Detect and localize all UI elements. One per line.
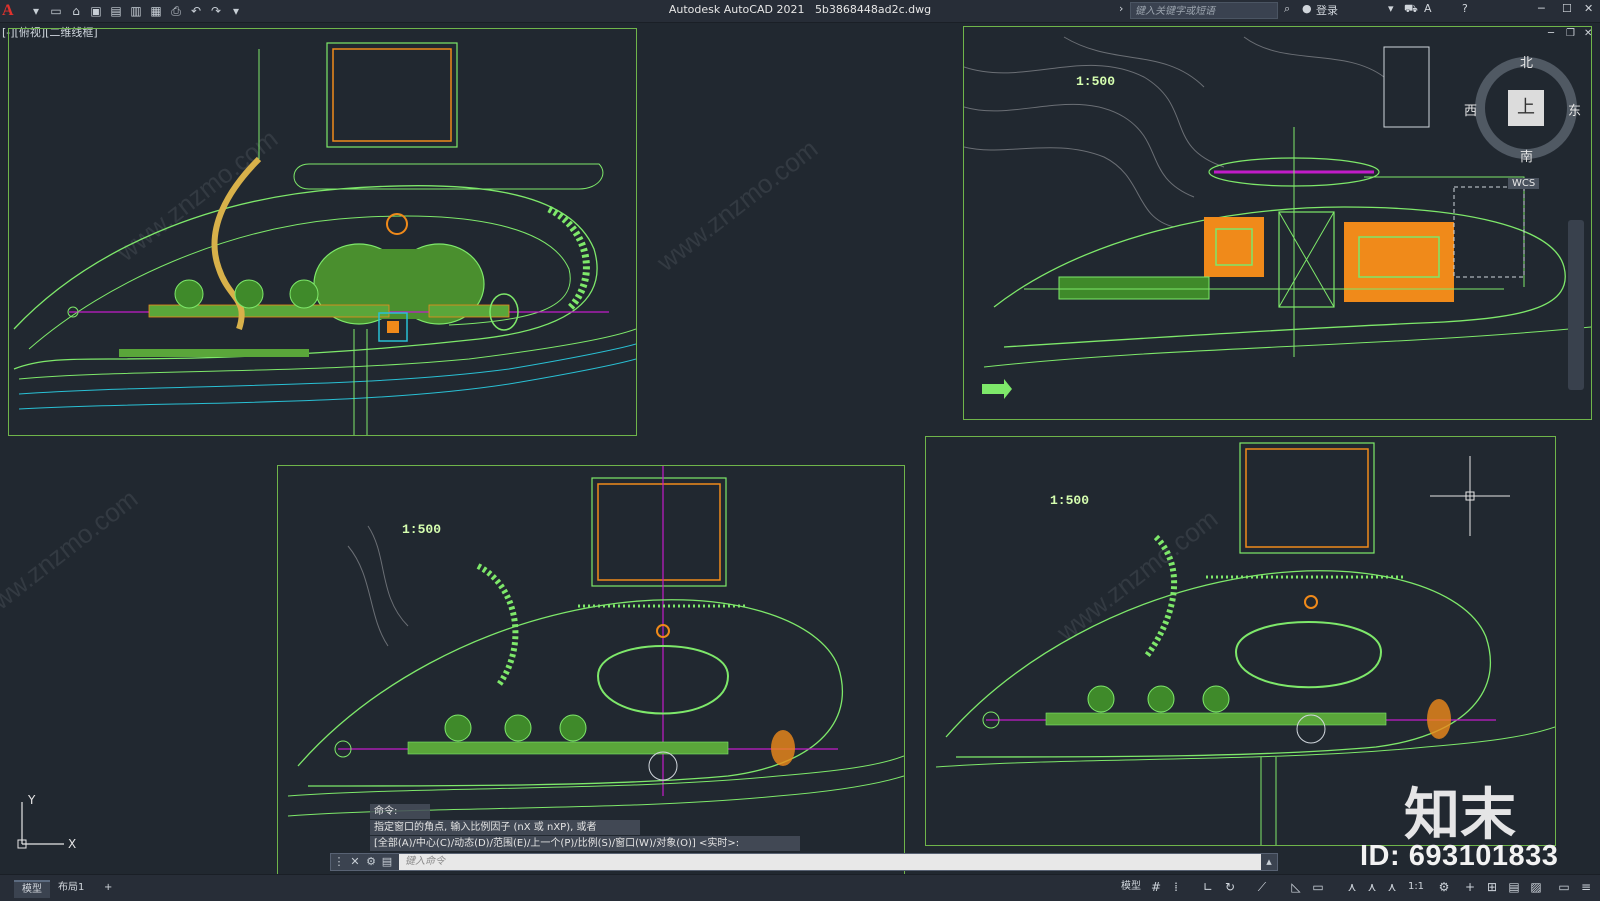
viewcube-north[interactable]: 北	[1520, 52, 1533, 71]
drawing-plan-1	[8, 28, 637, 436]
viewport-minimize-icon[interactable]: ─	[1548, 28, 1554, 39]
redo-icon[interactable]: ↷	[208, 3, 224, 19]
customize-command-icon[interactable]: ⚙	[363, 854, 379, 870]
units-icon[interactable]: ⊞	[1484, 879, 1500, 895]
help-icon[interactable]: ?	[1462, 2, 1468, 15]
recent-commands-icon[interactable]: ▤	[379, 854, 395, 870]
isodraft-icon[interactable]: ⟋	[1254, 879, 1270, 895]
autodesk-app-icon[interactable]: A	[1424, 2, 1432, 15]
isolate-objects-icon[interactable]: ▨	[1528, 879, 1544, 895]
customization-menu-icon[interactable]: ≡	[1578, 879, 1594, 895]
user-icon[interactable]: ●	[1302, 2, 1312, 15]
status-bar: 模型 布局1 + 模型 # ⁞ ∟ ↻ ⟋ ◺ ▭ ⋏ ⋏ ⋏ 1:1 ⚙ + …	[0, 874, 1600, 901]
annotation-scale-icon[interactable]: ⋏	[1384, 879, 1400, 895]
scale-label: 1:500	[402, 522, 442, 537]
app-menu-chevron-icon[interactable]: ▾	[28, 3, 44, 19]
viewcube-top-face[interactable]: 上	[1508, 90, 1544, 126]
plot-preview-icon[interactable]: ▥	[128, 3, 144, 19]
command-history-line: 命令:	[370, 804, 430, 819]
publish-icon[interactable]: ▦	[148, 3, 164, 19]
customize-icon[interactable]: ▾	[228, 3, 244, 19]
close-icon[interactable]: ✕	[1584, 2, 1593, 15]
search-input[interactable]: 键入关键字或短语	[1130, 2, 1278, 19]
watermark-diag: www.znzmo.com	[651, 133, 824, 277]
crosshair-cursor	[1430, 456, 1510, 536]
command-history-line: [全部(A)/中心(C)/动态(D)/范围(E)/上一个(P)/比例(S)/窗口…	[370, 836, 800, 851]
scale-label: 1:500	[1050, 493, 1090, 508]
saveas-icon[interactable]: ▤	[108, 3, 124, 19]
annotation-visibility-icon[interactable]: ⋏	[1344, 879, 1360, 895]
undo-icon[interactable]: ↶	[188, 3, 204, 19]
viewcube[interactable]: 上 北 南 西 东 WCS	[1464, 52, 1581, 189]
open-icon[interactable]: ⌂	[68, 3, 84, 19]
snap-icon[interactable]: ⁞	[1168, 879, 1184, 895]
osnap-icon[interactable]: ◺	[1288, 879, 1304, 895]
new-icon[interactable]: ▭	[48, 3, 64, 19]
annomonitor-icon[interactable]: +	[1462, 879, 1478, 895]
command-history-line: 指定窗口的角点, 输入比例因子 (nX 或 nXP), 或者	[370, 820, 640, 835]
viewport-restore-icon[interactable]: ❐	[1566, 28, 1575, 39]
scale-label: 1:500	[1076, 74, 1116, 89]
navigation-bar[interactable]	[1568, 220, 1584, 390]
ucs-x-label: X	[68, 837, 76, 851]
site-plan-1	[13, 42, 636, 435]
polar-icon[interactable]: ↻	[1222, 879, 1238, 895]
tab-layout1[interactable]: 布局1	[50, 880, 92, 896]
login-chevron-icon[interactable]: ▾	[1388, 2, 1394, 15]
save-icon[interactable]: ▣	[88, 3, 104, 19]
viewcube-west[interactable]: 西	[1464, 100, 1477, 119]
tab-model[interactable]: 模型	[14, 880, 50, 898]
ortho-icon[interactable]: ∟	[1200, 879, 1216, 895]
file-name: 5b3868448ad2c.dwg	[814, 3, 932, 16]
search-expand-icon[interactable]: ›	[1119, 2, 1123, 15]
grid-icon[interactable]: #	[1148, 879, 1164, 895]
viewcube-east[interactable]: 东	[1568, 100, 1581, 119]
ucs-y-label: Y	[27, 794, 36, 807]
autoscale-icon[interactable]: ⋏	[1364, 879, 1380, 895]
title-bar: A ▾ ▭ ⌂ ▣ ▤ ▥ ▦ ⎙ ↶ ↷ ▾ Autodesk AutoCAD…	[0, 0, 1600, 23]
model-space-button[interactable]: 模型	[1116, 879, 1146, 895]
viewcube-south[interactable]: 南	[1520, 146, 1533, 165]
annotation-scale-value[interactable]: 1:1	[1404, 879, 1428, 895]
otrack-icon[interactable]: ▭	[1310, 879, 1326, 895]
add-layout-button[interactable]: +	[96, 880, 120, 896]
print-icon[interactable]: ⎙	[168, 3, 184, 19]
workspace-gear-icon[interactable]: ⚙	[1436, 879, 1452, 895]
command-line: ⋮ ✕ ⚙ ▤ 键入命令 ▴	[330, 853, 1278, 871]
clean-screen-icon[interactable]: ▭	[1556, 879, 1572, 895]
minimize-icon[interactable]: ─	[1538, 2, 1545, 15]
maximize-icon[interactable]: ☐	[1562, 2, 1572, 15]
watermark-diag: www.znzmo.com	[0, 483, 144, 627]
viewport-close-icon[interactable]: ✕	[1584, 28, 1592, 39]
cart-icon[interactable]: ⛟	[1404, 2, 1418, 17]
app-logo[interactable]: A	[2, 2, 20, 20]
ucs-icon: Y X	[17, 794, 76, 851]
login-button[interactable]: 登录	[1316, 2, 1338, 18]
watermark-id: ID: 693101833	[1360, 840, 1559, 872]
wcs-menu[interactable]: WCS	[1508, 178, 1540, 189]
app-name: Autodesk AutoCAD 2021	[668, 3, 805, 16]
watermark-logo: 知末	[1404, 783, 1516, 848]
quick-properties-icon[interactable]: ▤	[1506, 879, 1522, 895]
quick-access-toolbar: ▾ ▭ ⌂ ▣ ▤ ▥ ▦ ⎙ ↶ ↷ ▾	[28, 3, 244, 19]
history-expand-icon[interactable]: ▴	[1261, 854, 1277, 870]
close-command-icon[interactable]: ✕	[347, 854, 363, 870]
grip-icon[interactable]: ⋮	[331, 854, 347, 870]
search-icon[interactable]: ⌕	[1284, 2, 1290, 16]
command-input[interactable]: 键入命令	[399, 854, 1261, 870]
